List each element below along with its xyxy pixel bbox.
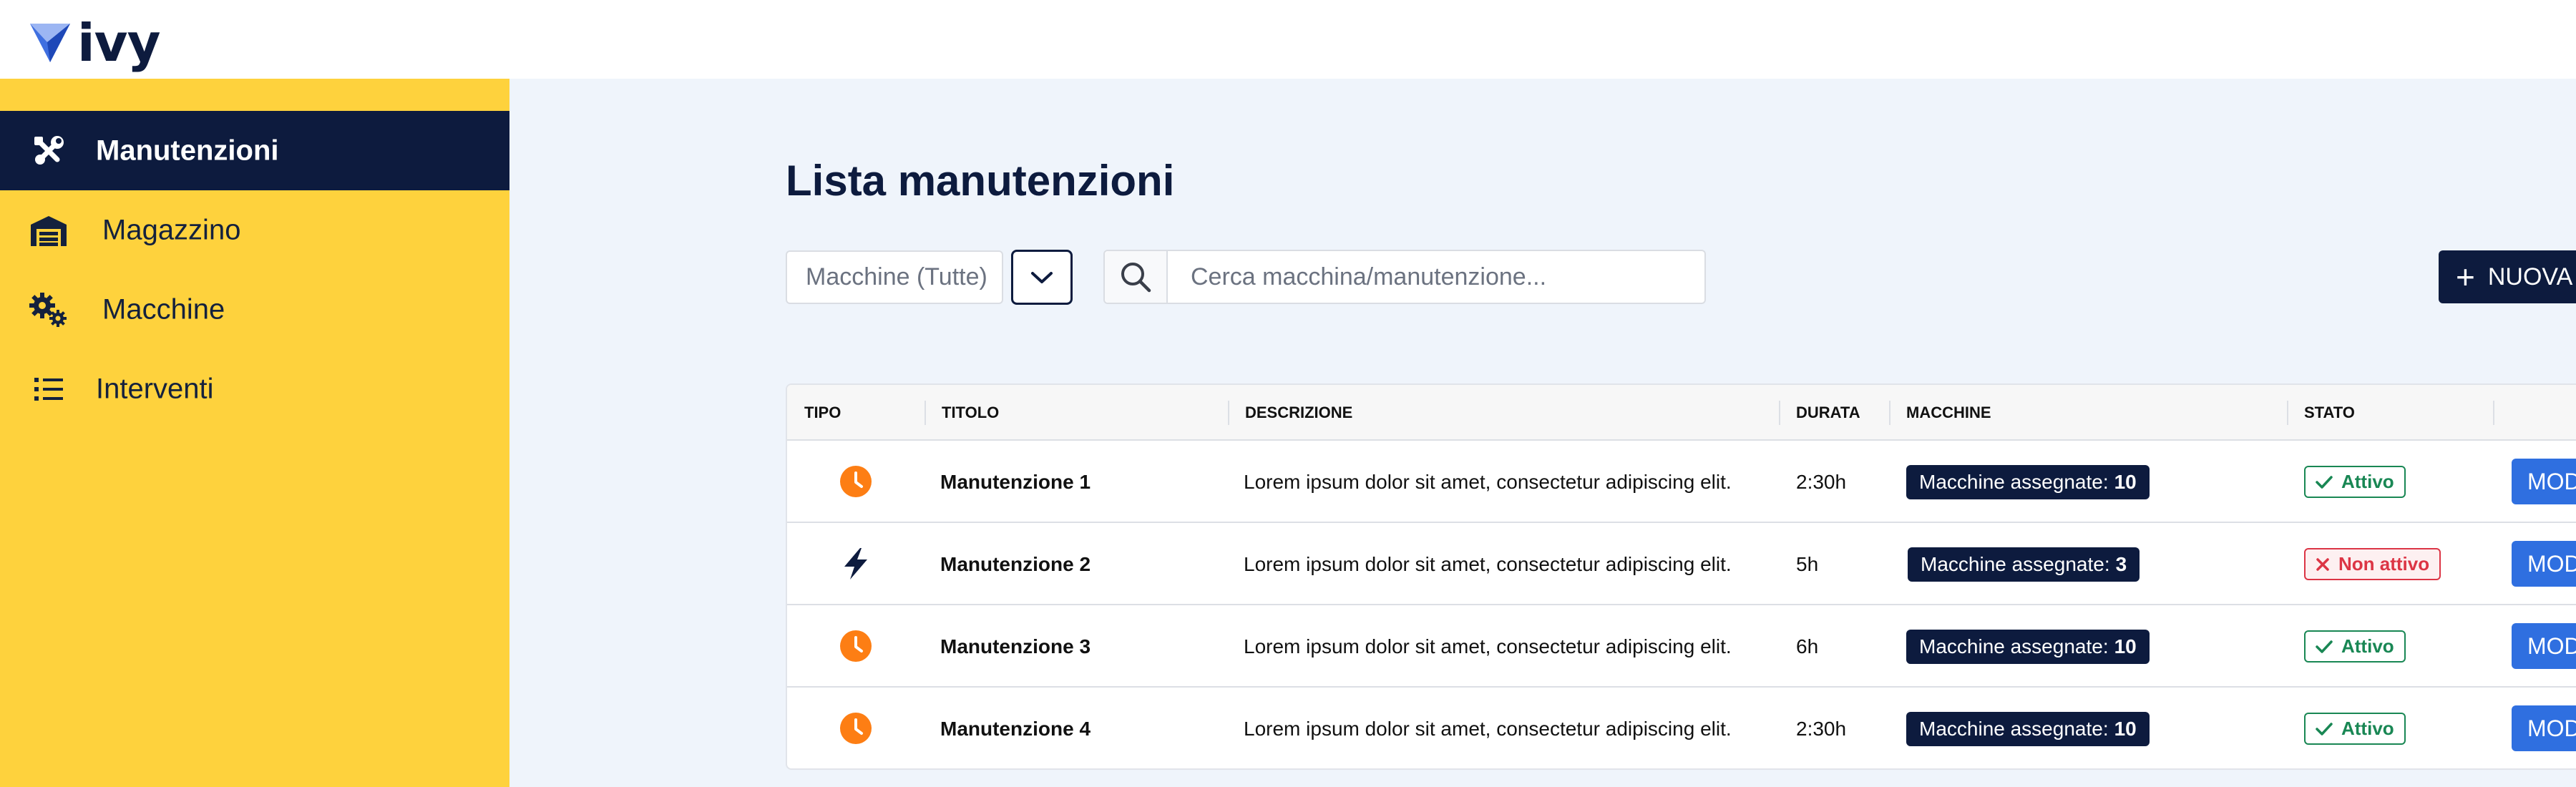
column-header-tipo: TIPO [804,404,841,421]
clock-icon [840,630,872,662]
sidebar-item-interventi[interactable]: Interventi [0,349,509,429]
plus-icon: + [2456,258,2475,295]
search-bar [1103,250,1706,304]
filter-dropdown-button[interactable] [1011,250,1073,305]
table-row[interactable]: Manutenzione 1 Lorem ipsum dolor sit ame… [787,441,2576,523]
column-header-durata: DURATA [1796,404,1860,421]
sidebar-item-label: Manutenzioni [96,135,279,166]
column-header-macchine: MACCHINE [1906,404,1991,421]
new-maintenance-label: NUOVA MANUTENZIONE [2487,263,2576,290]
row-duration: 6h [1796,635,1819,658]
column-header-descrizione: DESCRIZIONE [1245,404,1353,421]
clock-icon [840,713,872,744]
machines-badge: Macchine assegnate: 3 [1908,547,2140,582]
table-header: TIPO TITOLO DESCRIZIONE DURATA MACCHINE … [787,385,2576,441]
column-header-stato: STATO [2304,404,2355,421]
bolt-icon [844,548,867,580]
column-header-titolo: TITOLO [942,404,1000,421]
row-status: Attivo [2304,605,2406,688]
check-icon [2316,722,2333,736]
sidebar-item-label: Interventi [96,373,214,404]
row-machines: Macchine assegnate: 10 [1906,688,2150,768]
row-machines: Macchine assegnate: 10 [1906,441,2150,523]
sidebar-item-label: Magazzino [102,214,241,245]
row-status: Attivo [2304,688,2406,768]
status-badge: Attivo [2304,630,2406,663]
table-row[interactable]: Manutenzione 4 Lorem ipsum dolor sit ame… [787,688,2576,768]
x-icon [2316,557,2330,572]
warehouse-icon [29,210,69,250]
row-description: Lorem ipsum dolor sit amet, consectetur … [1244,470,1732,493]
row-status: Attivo [2304,441,2406,523]
table-row[interactable]: Manutenzione 2 Lorem ipsum dolor sit ame… [787,523,2576,605]
row-description: Lorem ipsum dolor sit amet, consectetur … [1244,717,1732,740]
machines-badge: Macchine assegnate: 10 [1906,629,2150,664]
tools-icon [29,131,69,171]
machines-badge: Macchine assegnate: 10 [1906,711,2150,746]
row-title: Manutenzione 1 [940,470,1091,493]
row-description: Lorem ipsum dolor sit amet, consectetur … [1244,552,1732,575]
status-badge: Attivo [2304,466,2406,498]
row-description: Lorem ipsum dolor sit amet, consectetur … [1244,635,1732,658]
row-duration: 2:30h [1796,470,1847,493]
row-status: Non attivo [2304,523,2441,605]
sidebar-item-magazzino[interactable]: Magazzino [0,190,509,270]
sidebar-item-label: Macchine [102,293,225,325]
list-icon [29,369,69,409]
check-icon [2316,640,2333,654]
edit-button[interactable]: MODIFICA [2512,541,2576,587]
clock-icon [840,466,872,497]
gears-icon [29,290,69,330]
check-icon [2316,475,2333,489]
status-badge: Attivo [2304,713,2406,745]
search-input[interactable] [1176,251,1692,303]
row-duration: 2:30h [1796,717,1847,740]
row-title: Manutenzione 2 [940,552,1091,575]
machines-badge: Macchine assegnate: 10 [1906,464,2150,499]
row-duration: 5h [1796,552,1819,575]
edit-button[interactable]: MODIFICA [2512,623,2576,669]
row-title: Manutenzione 3 [940,635,1091,658]
machine-filter-select[interactable]: Macchine (Tutte) [786,250,1003,304]
status-badge: Non attivo [2304,548,2441,580]
sidebar-item-manutenzioni[interactable]: Manutenzioni [0,111,509,190]
page-title: Lista manutenzioni [786,157,1175,205]
search-icon[interactable] [1105,251,1168,303]
new-maintenance-button[interactable]: + NUOVA MANUTENZIONE [2439,250,2576,303]
edit-button[interactable]: MODIFICA [2512,459,2576,504]
sidebar-item-macchine[interactable]: Macchine [0,270,509,349]
logo-text: ivy [77,13,161,73]
row-machines: Macchine assegnate: 3 [1908,523,2140,605]
maintenance-table: TIPO TITOLO DESCRIZIONE DURATA MACCHINE … [786,383,2576,770]
edit-button[interactable]: MODIFICA [2512,705,2576,751]
sidebar: Manutenzioni Magazzino Macchine Interven… [0,79,509,787]
row-title: Manutenzione 4 [940,717,1091,740]
table-row[interactable]: Manutenzione 3 Lorem ipsum dolor sit ame… [787,605,2576,688]
logo-icon [30,24,70,62]
logo[interactable]: ivy [29,13,161,73]
top-bar: ivy [0,0,2576,79]
row-machines: Macchine assegnate: 10 [1906,605,2150,688]
chevron-down-icon [1031,271,1053,283]
